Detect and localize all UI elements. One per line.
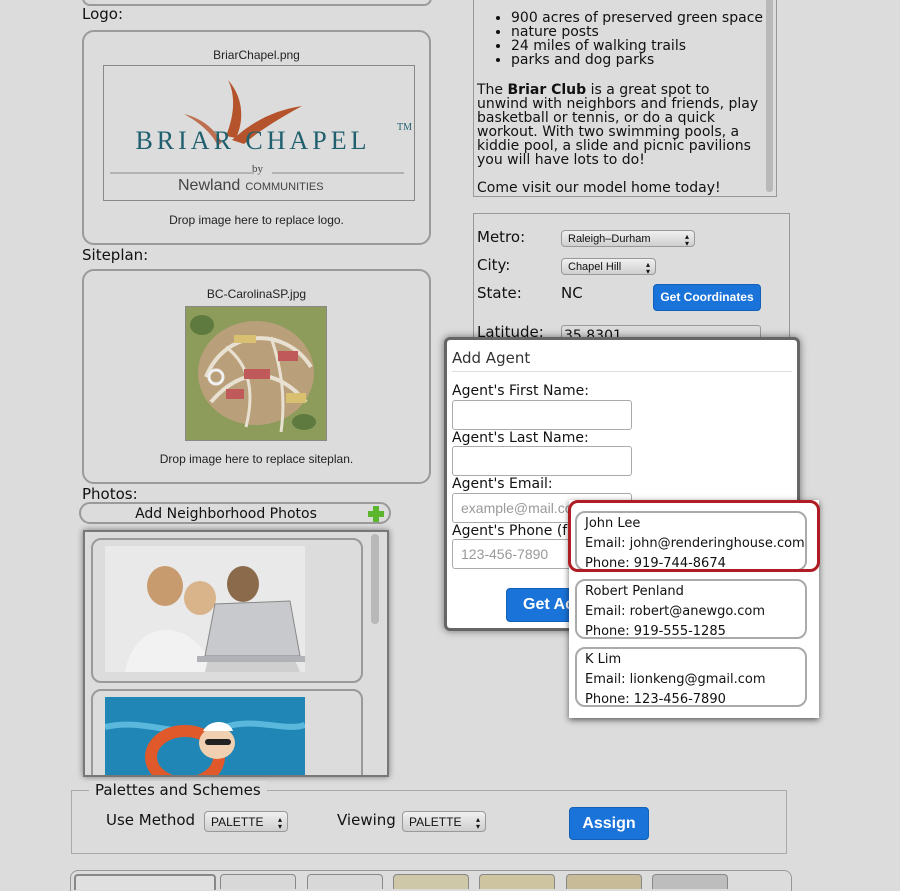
select-arrows-icon: ▴ ▾ [475, 815, 480, 831]
palettes-legend: Palettes and Schemes [89, 781, 267, 799]
photos-list[interactable] [83, 530, 389, 777]
city-label: City: [477, 256, 511, 274]
bullet-item: 24 miles of walking trails [511, 39, 773, 53]
agent-email: Email: lionkeng@gmail.com [585, 672, 766, 687]
metro-value: Raleigh–Durham [568, 233, 651, 245]
logo-newland: Newland COMMUNITIES [178, 175, 324, 195]
agent-highlight [568, 500, 820, 572]
bottom-tab[interactable] [479, 874, 555, 889]
logo-image: BRIAR CHAPEL TM by Newland COMMUNITIES [103, 65, 415, 201]
logo-communities-word: COMMUNITIES [245, 181, 324, 193]
add-photos-label: Add Neighborhood Photos [135, 506, 317, 522]
use-method-select[interactable]: PALETTE ▴ ▾ [204, 811, 288, 832]
siteplan-drop-text: Drop image here to replace siteplan. [159, 452, 354, 466]
phone-label: Agent's Phone (for [452, 523, 582, 539]
use-method-label: Use Method [106, 811, 196, 829]
siteplan-filename: BC-CarolinaSP.jpg [206, 287, 307, 301]
assign-button[interactable]: Assign [569, 807, 649, 840]
email-label: Agent's Email: [452, 476, 553, 492]
metro-select[interactable]: Raleigh–Durham ▴ ▾ [561, 230, 695, 248]
select-arrows-icon: ▴ ▾ [277, 815, 282, 831]
description-bullets: 900 acres of preserved green space natur… [474, 11, 773, 67]
description-box[interactable]: 900 acres of preserved green space natur… [473, 0, 777, 197]
logo-dropzone[interactable]: BriarChapel.png BRIAR CHAPEL TM by Newla… [82, 30, 431, 245]
bullet-item: parks and dog parks [511, 53, 773, 67]
logo-newland-word: Newland [178, 177, 241, 194]
agent-email: Email: robert@anewgo.com [585, 604, 765, 619]
state-value: NC [561, 284, 583, 302]
viewing-select[interactable]: PALETTE ▴ ▾ [402, 811, 486, 832]
use-method-value: PALETTE [211, 815, 264, 829]
logo-drop-text: Drop image here to replace logo. [169, 213, 344, 227]
description-cta: Come visit our model home today! [477, 180, 721, 196]
siteplan-map-icon [186, 307, 326, 440]
bottom-tab[interactable] [220, 874, 296, 889]
bottom-tab[interactable] [74, 874, 216, 890]
agent-suggestions-dropdown: John Lee Email: john@renderinghouse.com … [568, 500, 820, 718]
family-photo [105, 546, 305, 672]
logo-filename: BriarChapel.png [213, 48, 300, 62]
city-value: Chapel Hill [568, 261, 622, 273]
location-panel: Metro: Raleigh–Durham ▴ ▾ City: Chapel Hi… [473, 213, 790, 350]
photos-scrollbar[interactable] [371, 534, 379, 624]
pool-photo [105, 697, 305, 775]
modal-title: Add Agent [452, 349, 531, 367]
modal-title-divider [452, 371, 792, 372]
siteplan-label: Siteplan: [82, 246, 149, 264]
city-select[interactable]: Chapel Hill ▴ ▾ [561, 258, 656, 276]
plus-icon[interactable] [367, 505, 385, 523]
bullet-item: nature posts [511, 25, 773, 39]
logo-brand-text: BRIAR CHAPEL [135, 126, 371, 155]
bottom-tab[interactable] [307, 874, 383, 889]
get-coordinates-button[interactable]: Get Coordinates [653, 284, 761, 311]
logo-tm: TM [397, 122, 412, 133]
agent-name: K Lim [585, 652, 622, 667]
agent-suggestion[interactable]: K Lim Email: lionkeng@gmail.com Phone: 1… [575, 647, 807, 707]
siteplan-dropzone[interactable]: BC-CarolinaSP.jpg Drop image here to rep… [82, 269, 431, 484]
photos-label: Photos: [82, 485, 138, 503]
photo-card[interactable] [91, 538, 363, 683]
description-scrollbar[interactable] [766, 0, 773, 192]
bullet-item: 900 acres of preserved green space [511, 11, 773, 25]
select-arrows-icon: ▴ ▾ [645, 260, 650, 276]
description-paragraph: The Briar Club is a great spot to unwind… [477, 83, 759, 167]
viewing-label: Viewing [337, 811, 396, 829]
last-name-input[interactable] [452, 446, 632, 476]
logo-label: Logo: [82, 5, 124, 23]
agent-name: Robert Penland [585, 584, 684, 599]
agent-phone: Phone: 919-555-1285 [585, 624, 726, 639]
first-name-input[interactable] [452, 400, 632, 430]
add-photos-button[interactable]: Add Neighborhood Photos [79, 502, 391, 524]
state-label: State: [477, 284, 522, 302]
logo-by: by [252, 163, 263, 175]
viewing-value: PALETTE [409, 815, 462, 829]
bottom-tab[interactable] [393, 874, 469, 889]
agent-phone: Phone: 123-456-7890 [585, 692, 726, 707]
metro-label: Metro: [477, 228, 526, 246]
agent-suggestion[interactable]: Robert Penland Email: robert@anewgo.com … [575, 579, 807, 639]
select-arrows-icon: ▴ ▾ [684, 232, 689, 248]
siteplan-image [185, 306, 327, 441]
first-name-label: Agent's First Name: [452, 383, 589, 399]
last-name-label: Agent's Last Name: [452, 430, 589, 446]
photo-card[interactable] [91, 689, 363, 775]
bottom-tab[interactable] [652, 874, 728, 889]
top-box-fragment [82, 0, 432, 6]
bottom-tab[interactable] [566, 874, 642, 889]
